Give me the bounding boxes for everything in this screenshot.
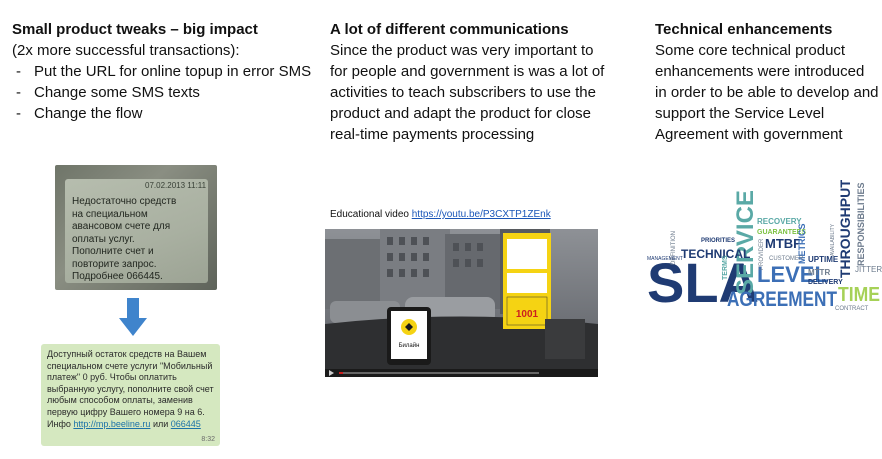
column-product-tweaks: Small product tweaks – big impact (2x mo… <box>12 20 312 124</box>
word-customer: CUSTOMER <box>769 256 804 262</box>
play-icon[interactable] <box>329 370 334 376</box>
word-availability: AVAILABILITY <box>830 223 836 256</box>
word-priorities: PRIORITIES <box>701 238 735 244</box>
old-sms-text: Недостаточно средств на специальном аван… <box>72 196 177 282</box>
word-delivery: DELIVERY <box>808 279 843 286</box>
product-tweaks-list: Put the URL for online topup in error SM… <box>12 61 312 124</box>
word-terms: TERMS <box>722 255 729 280</box>
product-tweaks-subheading: (2x more successful transactions): <box>12 42 240 59</box>
word-jitter: JITTER <box>855 265 882 274</box>
old-sms-screen: 07.02.2013 11:11 Недостаточно средств на… <box>65 179 208 283</box>
word-recovery: RECOVERY <box>757 217 802 226</box>
sla-word-cloud: SLA SERVICE LEVEL AGREEMENT TIME THROUGH… <box>647 180 882 314</box>
video-sign-number: 1001 <box>516 309 539 320</box>
new-sms-body: Доступный остаток средств на Вашем специ… <box>47 349 214 429</box>
video-progress-fill <box>339 372 343 374</box>
video-frame: 1001 Билайн <box>325 229 598 369</box>
technical-body: Some core technical product enhancements… <box>655 42 879 143</box>
word-management: MANAGEMENT <box>647 256 683 262</box>
new-sms-time: 8:32 <box>201 436 215 443</box>
word-mtbf: MTBF <box>765 236 801 251</box>
video-caption-label: Educational video <box>330 209 409 220</box>
word-technical: TECHNICAL <box>681 247 750 261</box>
word-contract: CONTRACT <box>835 306 869 312</box>
new-sms-text: Доступный остаток средств на Вашем специ… <box>47 349 217 430</box>
word-provider: PROVIDER <box>759 238 765 270</box>
column-communications: A lot of different communications Since … <box>330 20 610 145</box>
product-tweaks-heading: Small product tweaks – big impact <box>12 21 258 38</box>
word-agreement: AGREEMENT <box>727 288 837 311</box>
list-item: Put the URL for online topup in error SM… <box>12 61 312 82</box>
video-caption: Educational video https://youtu.be/P3CXT… <box>330 209 551 220</box>
new-sms-link-number[interactable]: 066445 <box>171 419 201 429</box>
new-sms-link-url[interactable]: http://mp.beeline.ru <box>73 419 150 429</box>
down-arrow-icon <box>119 298 147 336</box>
word-responsibilities: RESPONSIBILITIES <box>856 182 866 266</box>
word-throughput: THROUGHPUT <box>837 180 853 278</box>
old-sms-photo: 07.02.2013 11:11 Недостаточно средств на… <box>55 165 217 290</box>
word-time: TIME <box>838 284 880 306</box>
column-technical: Technical enhancements Some core technic… <box>655 20 880 145</box>
video-player[interactable]: 1001 Билайн <box>325 229 598 377</box>
video-link[interactable]: https://youtu.be/P3CXTP1ZEnk <box>412 209 551 220</box>
list-item: Change the flow <box>12 103 312 124</box>
word-mttr: MTTR <box>808 268 830 277</box>
video-controls <box>325 369 598 377</box>
technical-heading: Technical enhancements <box>655 21 833 38</box>
new-sms-or: или <box>152 418 169 429</box>
new-sms-bubble: Доступный остаток средств на Вашем специ… <box>41 344 220 446</box>
old-sms-date: 07.02.2013 11:11 <box>145 181 207 190</box>
video-brand: Билайн <box>399 342 420 349</box>
word-service: SERVICE <box>732 190 759 295</box>
video-progress-bar[interactable] <box>339 372 539 374</box>
list-item: Change some SMS texts <box>12 82 312 103</box>
communications-heading: A lot of different communications <box>330 21 569 38</box>
communications-body: Since the product was very important to … <box>330 42 605 143</box>
